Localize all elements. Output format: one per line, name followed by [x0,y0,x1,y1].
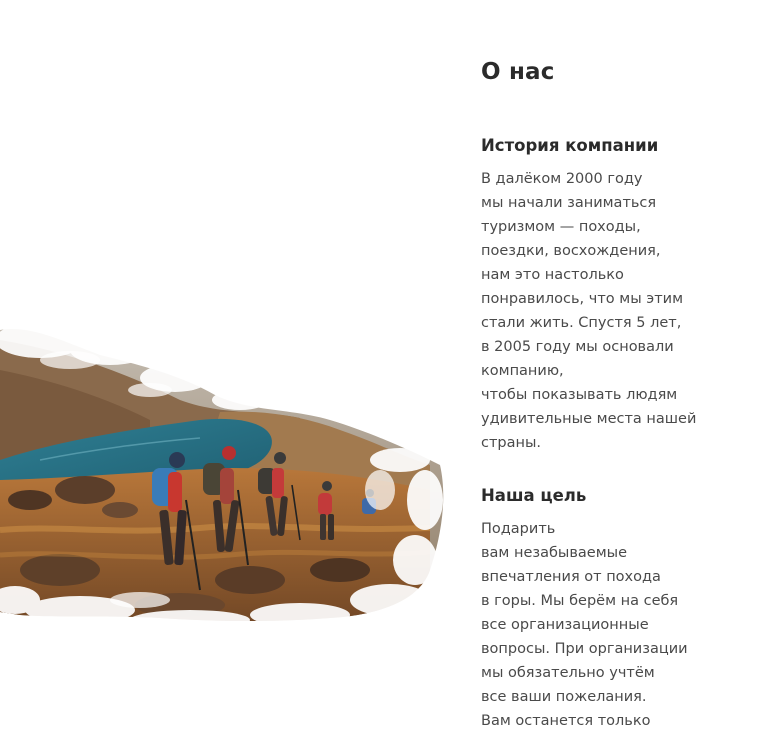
about-content: О нас История компании В далёком 2000 го… [481,57,751,733]
text-line: поездки, восхождения, [481,243,661,259]
text-line: мы обязательно учтём [481,665,655,681]
section-text-goal: Подарить вам незабываемые впечатления от… [481,517,751,733]
text-line: понравилось, что мы этим [481,291,684,307]
text-line: впечатления от похода [481,569,661,585]
text-line: вам незабываемые [481,545,628,561]
text-line: страны. [481,435,542,451]
text-line: все организационные [481,617,649,633]
text-line: удивительные места нашей [481,411,697,427]
text-line: стали жить. Спустя 5 лет, [481,315,682,331]
hero-image-hikers [0,300,450,635]
text-line: нам это настолько [481,267,624,283]
text-line: В далёком 2000 году [481,171,643,187]
text-line: туризмом — походы, [481,219,641,235]
text-line: Подарить [481,521,556,537]
text-line: все ваши пожелания. [481,689,647,705]
section-title-goal: Наша цель [481,486,587,505]
page-title: О нас [481,59,555,85]
section-title-history: История компании [481,136,659,155]
text-line: Вам останется только [481,713,651,729]
text-line: мы начали заниматься [481,195,657,211]
text-line: компанию, [481,363,564,379]
text-line: в 2005 году мы основали [481,339,674,355]
text-line: вопросы. При организации [481,641,688,657]
section-text-history: В далёком 2000 году мы начали заниматься… [481,167,751,455]
text-line: в горы. Мы берём на себя [481,593,679,609]
text-line: чтобы показывать людям [481,387,678,403]
